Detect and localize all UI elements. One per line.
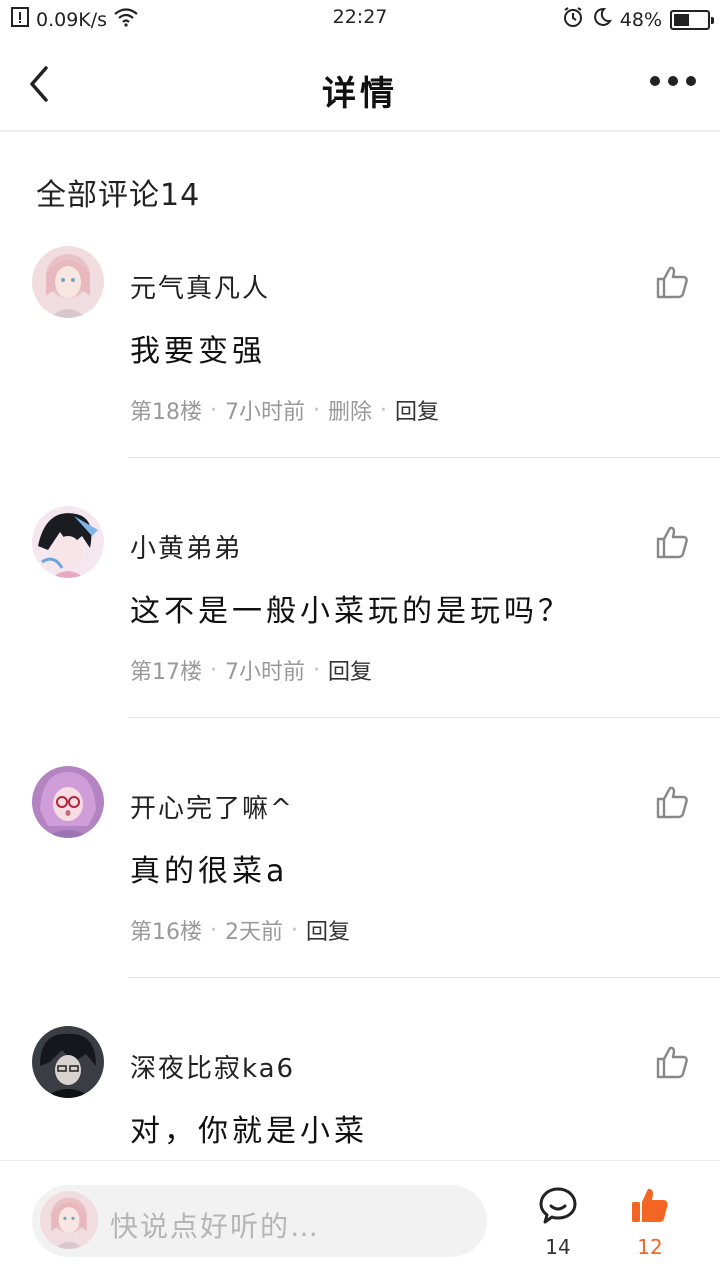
like-count: 12 [637,1235,663,1259]
like-button[interactable] [654,264,690,300]
divider [128,977,720,978]
like-button[interactable] [654,524,690,560]
comment-meta: 第18楼 · 7小时前 · 删除 · 回复 [130,394,439,426]
thumbs-up-icon [656,786,688,819]
nav-bar: 详情 [0,38,720,132]
like-button[interactable] [654,784,690,820]
comment-count-button[interactable]: 14 [528,1185,588,1259]
comment-time: 2天前 [225,920,283,945]
battery-fill [674,13,689,26]
comment-username[interactable]: 元气真凡人 [130,268,270,305]
thumbs-up-icon [656,1046,688,1079]
comment-bubble-icon [539,1187,577,1224]
comment-time: 7小时前 [225,660,305,685]
comment-item: 开心完了嘛^ 真的很菜a 第16楼 · 2天前 · 回复 [0,750,720,1010]
comment-list: 元气真凡人 我要变强 第18楼 · 7小时前 · 删除 · 回复 小黄弟弟 这不… [0,230,720,1270]
divider [128,457,720,458]
page-title: 详情 [322,74,398,114]
alarm-icon [562,6,584,33]
comment-floor: 第18楼 [130,400,202,425]
thumbs-up-filled-icon [632,1188,668,1222]
input-placeholder: 快说点好听的… [110,1210,321,1243]
avatar[interactable] [32,246,104,318]
divider [128,717,720,718]
comment-text: 这不是一般小菜玩的是玩吗？ [130,594,572,629]
thumbs-up-icon [656,266,688,299]
comment-text: 对，你就是小菜 [130,1114,368,1149]
reply-button[interactable]: 回复 [328,654,372,686]
comment-floor: 第16楼 [130,920,202,945]
status-bar: 0.09K/s 22:27 48% [0,0,720,38]
comment-item: 小黄弟弟 这不是一般小菜玩的是玩吗？ 第17楼 · 7小时前 · 回复 [0,490,720,750]
comment-time: 7小时前 [225,400,305,425]
comment-input[interactable]: 快说点好听的… [32,1185,487,1257]
comment-meta: 第16楼 · 2天前 · 回复 [130,914,350,946]
comment-count: 14 [545,1235,571,1259]
delete-button[interactable]: 删除 [328,394,372,426]
status-right: 48% [562,6,714,33]
reply-button[interactable]: 回复 [395,394,439,426]
bottom-bar: 快说点好听的… 14 12 [0,1160,720,1280]
more-button[interactable] [650,76,696,86]
moon-icon [592,7,612,32]
comment-meta: 第17楼 · 7小时前 · 回复 [130,654,372,686]
reply-button[interactable]: 回复 [306,914,350,946]
avatar[interactable] [32,506,104,578]
battery-percent: 48% [619,8,662,31]
comment-username[interactable]: 深夜比寂ka6 [130,1048,295,1085]
avatar [40,1191,98,1249]
more-icon [650,76,660,86]
avatar[interactable] [32,1026,104,1098]
like-button[interactable] [654,1044,690,1080]
comment-item: 元气真凡人 我要变强 第18楼 · 7小时前 · 删除 · 回复 [0,230,720,490]
comment-text: 我要变强 [130,334,266,369]
comment-username[interactable]: 小黄弟弟 [130,528,242,565]
comment-username[interactable]: 开心完了嘛^ [130,788,294,825]
avatar[interactable] [32,766,104,838]
battery-icon [670,9,714,30]
comment-floor: 第17楼 [130,660,202,685]
comment-text: 真的很菜a [130,854,289,889]
like-count-button[interactable]: 12 [620,1185,680,1259]
comments-header: 全部评论14 [36,178,201,213]
thumbs-up-icon [656,526,688,559]
